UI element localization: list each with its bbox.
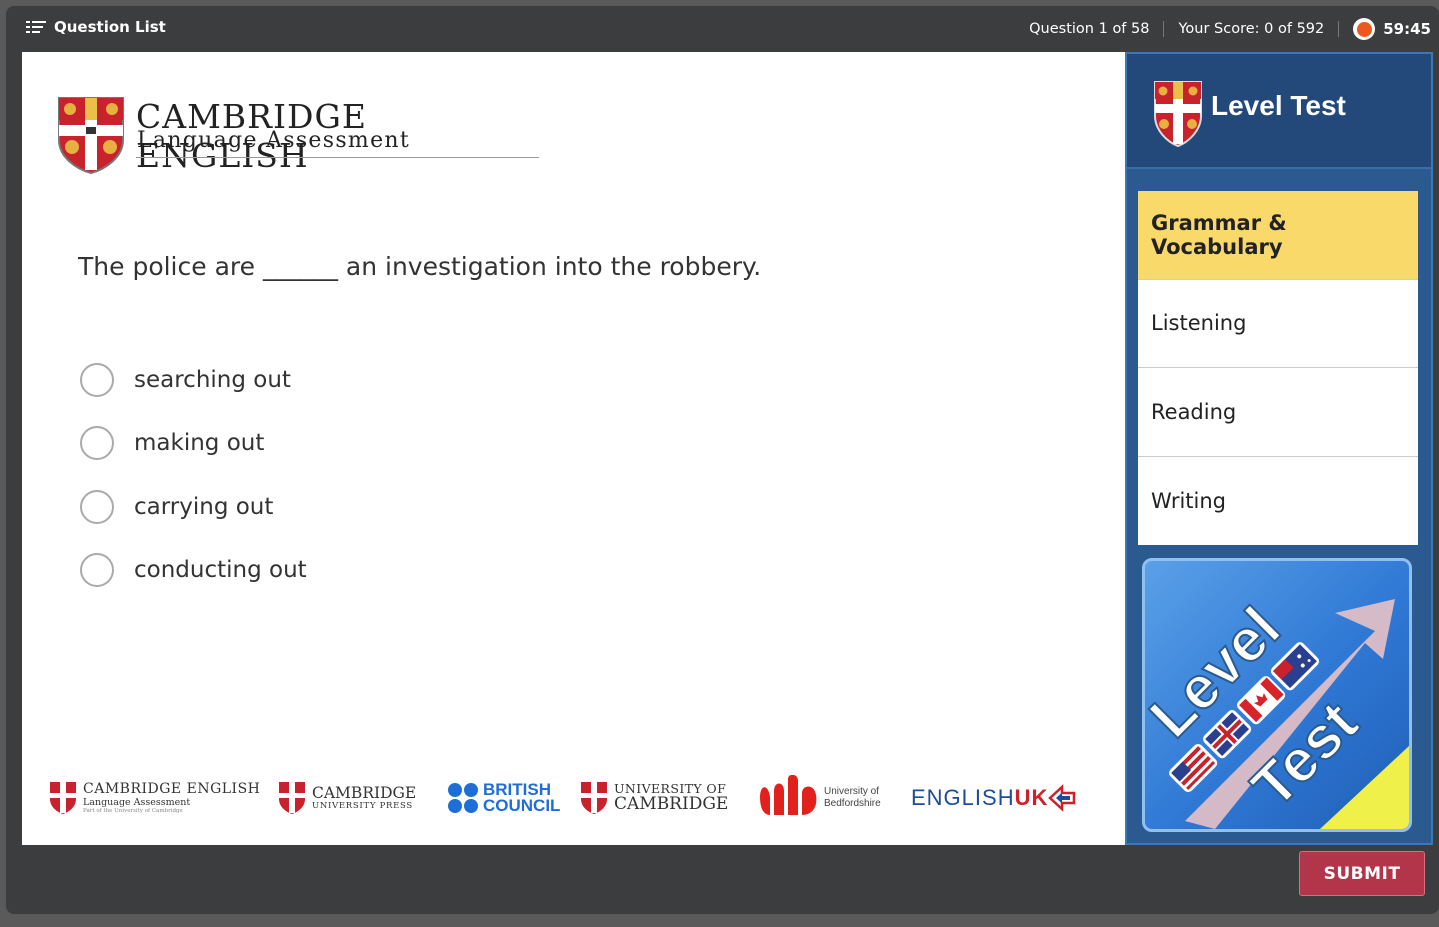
logo-text: Language Assessment (83, 797, 191, 808)
divider (1163, 21, 1165, 37)
question-counter: Question 1 of 58 (1029, 21, 1150, 37)
logo-text: CAMBRIDGE ENGLISH (83, 781, 261, 797)
answer-option[interactable]: carrying out (80, 475, 307, 539)
logo-british-council: BRITISH COUNCIL (448, 770, 560, 826)
radio-button[interactable] (80, 553, 114, 588)
score-display: Your Score: 0 of 592 (1178, 21, 1325, 37)
question-text: The police are ______ an investigation i… (78, 252, 762, 281)
top-bar: Question List Question 1 of 58 Your Scor… (6, 6, 1439, 52)
bedfordshire-icon (760, 775, 817, 815)
sidebar: Level Test Grammar & Vocabulary Listenin… (1125, 52, 1433, 845)
cambridge-shield-icon (581, 782, 607, 814)
logo-cambridge-university-press: CAMBRIDGE UNIVERSITY PRESS (278, 770, 416, 826)
cambridge-shield-icon (279, 782, 305, 814)
app-frame: Question List Question 1 of 58 Your Scor… (6, 6, 1439, 914)
section-grammar-vocabulary[interactable]: Grammar & Vocabulary (1138, 191, 1418, 280)
answer-options: searching out making out carrying out co… (80, 348, 307, 602)
answer-label: carrying out (134, 493, 274, 520)
section-menu: Grammar & Vocabulary Listening Reading W… (1138, 191, 1418, 545)
partner-logos: CAMBRIDGE ENGLISH Language Assessment Pa… (22, 770, 1125, 826)
timer: 59:45 (1383, 20, 1431, 38)
timer-icon (1353, 18, 1376, 40)
question-list-label: Question List (54, 18, 166, 36)
logo-english-uk: ENGLISHUK (911, 770, 1076, 826)
level-test-promo-image: Level Test (1142, 558, 1412, 832)
logo-text: University of (824, 786, 880, 797)
logo-text: CAMBRIDGE (614, 794, 729, 815)
logo-university-of-cambridge: UNIVERSITY OF CAMBRIDGE (580, 770, 728, 826)
logo-text: COUNCIL (483, 796, 561, 815)
logo-text: UNIVERSITY PRESS (312, 801, 413, 811)
sidebar-header: Level Test (1127, 54, 1431, 169)
section-writing[interactable]: Writing (1138, 456, 1418, 545)
question-panel: CAMBRIDGE ENGLISH Language Assessment Th… (22, 52, 1125, 845)
logo-text: Part of the University of Cambridge (83, 807, 183, 814)
radio-button[interactable] (80, 362, 114, 397)
radio-button[interactable] (80, 489, 114, 524)
logo-text: ENGLISHUK (911, 785, 1049, 810)
brand-subtitle: Language Assessment (137, 128, 411, 153)
section-reading[interactable]: Reading (1138, 368, 1418, 457)
answer-option[interactable]: conducting out (80, 539, 307, 603)
cambridge-shield-icon (50, 782, 76, 814)
cambridge-shield-icon (1154, 81, 1202, 148)
submit-button[interactable]: SUBMIT (1299, 851, 1425, 896)
list-icon (26, 20, 46, 34)
answer-option[interactable]: searching out (80, 348, 307, 412)
cambridge-english-logo: CAMBRIDGE ENGLISH Language Assessment (56, 95, 540, 175)
radio-button[interactable] (80, 426, 114, 461)
answer-label: making out (134, 430, 265, 457)
answer-label: searching out (134, 366, 291, 393)
logo-text: CAMBRIDGE (312, 783, 417, 802)
answer-option[interactable]: making out (80, 412, 307, 476)
divider (1338, 21, 1340, 37)
status-area: Question 1 of 58 Your Score: 0 of 592 59… (1029, 18, 1431, 40)
logo-text: Bedfordshire (824, 798, 881, 809)
section-listening[interactable]: Listening (1138, 279, 1418, 368)
english-uk-arrow-icon (1048, 784, 1076, 812)
sidebar-title: Level Test (1211, 90, 1346, 121)
logo-cambridge-english: CAMBRIDGE ENGLISH Language Assessment Pa… (49, 770, 260, 826)
logo-university-of-bedfordshire: University of Bedfordshire (758, 770, 881, 826)
divider (136, 157, 539, 158)
question-list-button[interactable]: Question List (26, 18, 166, 36)
answer-label: conducting out (134, 557, 307, 584)
cambridge-shield-icon (58, 97, 124, 175)
british-council-icon (448, 783, 478, 813)
